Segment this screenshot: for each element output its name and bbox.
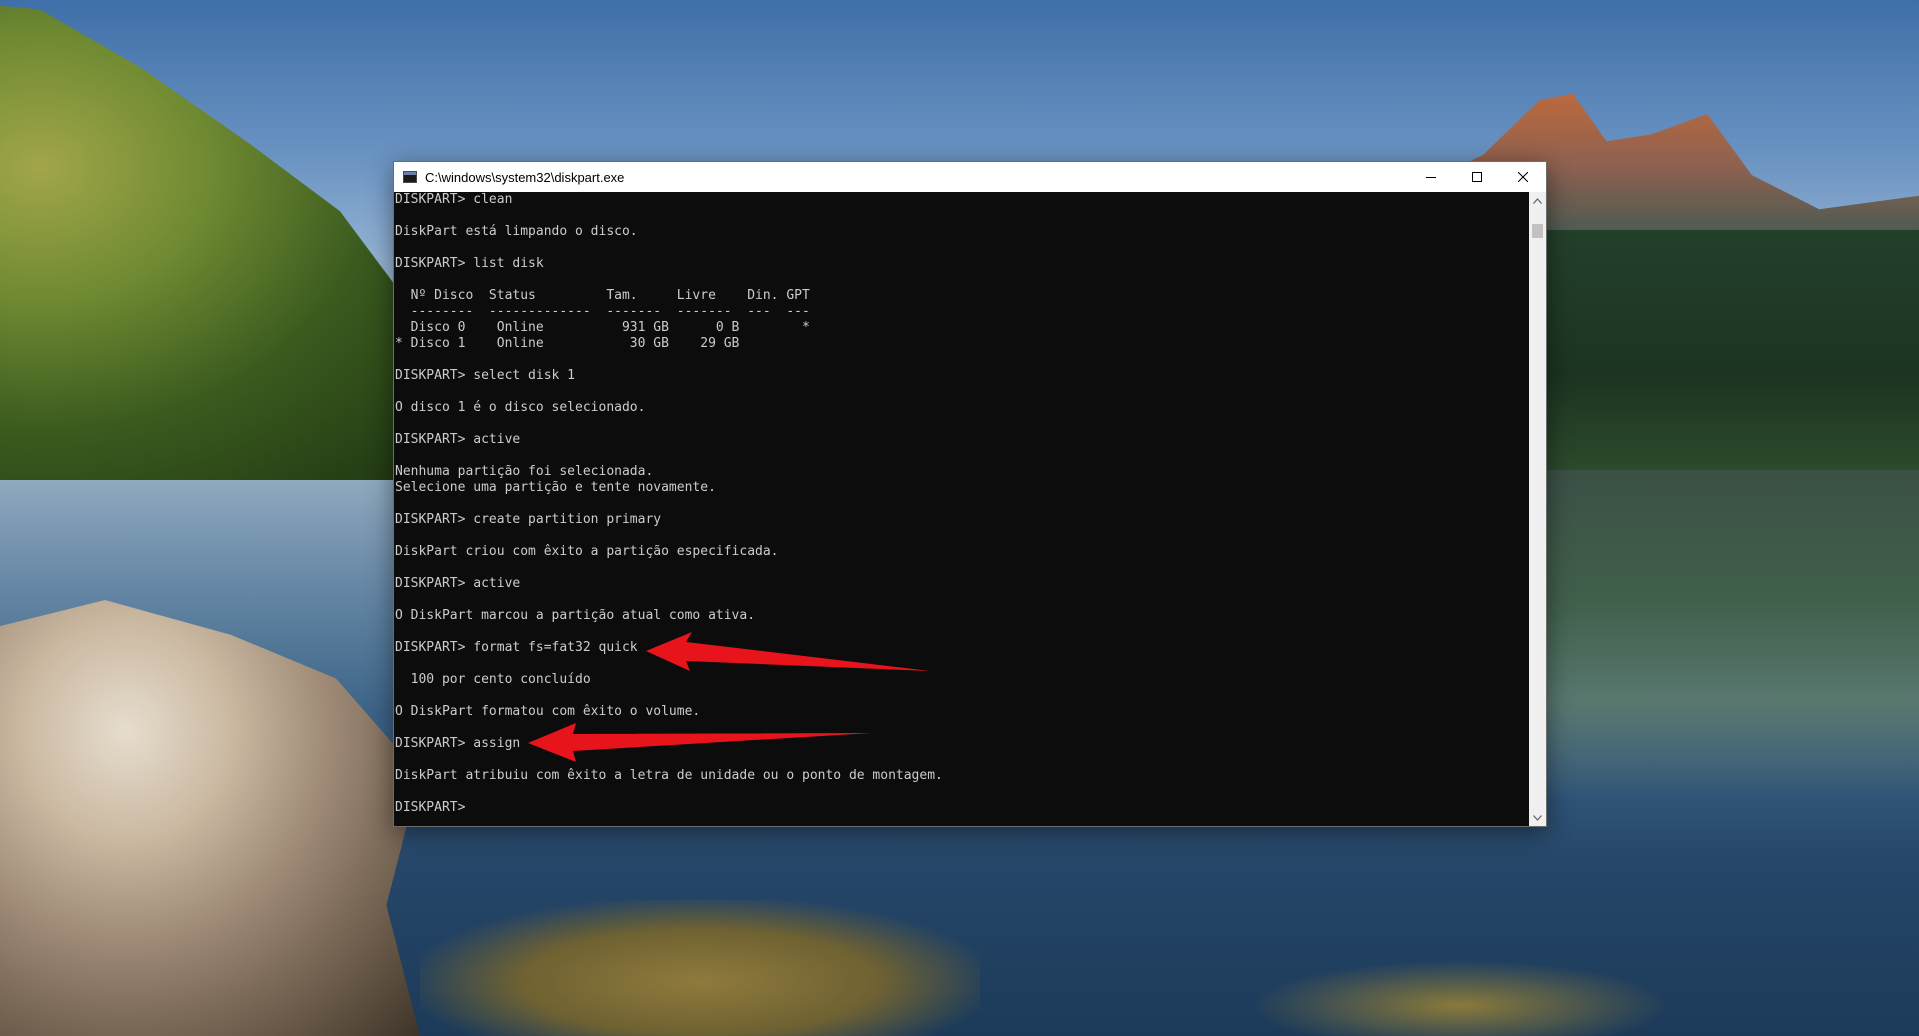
console-line: 100 por cento concluído [395, 672, 591, 687]
console-line: Nenhuma partição foi selecionada. [395, 464, 654, 479]
console-line: DISKPART> select disk 1 [395, 368, 576, 383]
console-line: DiskPart está limpando o disco. [395, 224, 638, 239]
console-line: DISKPART> active [395, 432, 521, 447]
console-window[interactable]: C:\windows\system32\diskpart.exe DISKPAR… [393, 161, 1547, 827]
console-line: -------- ------------- ------- ------- -… [395, 304, 810, 319]
console-line: DISKPART> format fs=fat32 quick [395, 640, 638, 655]
maximize-button[interactable] [1454, 162, 1500, 192]
close-icon [1518, 172, 1528, 182]
console-line: DiskPart criou com êxito a partição espe… [395, 544, 779, 559]
close-button[interactable] [1500, 162, 1546, 192]
minimize-icon [1426, 177, 1436, 178]
console-line: DISKPART> list disk [395, 256, 544, 271]
console-line: DISKPART> [395, 800, 474, 815]
window-titlebar[interactable]: C:\windows\system32\diskpart.exe [394, 162, 1546, 192]
console-output[interactable]: DISKPART> clean DiskPart está limpando o… [394, 192, 1528, 826]
wallpaper-grass [420, 900, 980, 1036]
console-line: DISKPART> active [395, 576, 521, 591]
console-line: O DiskPart marcou a partição atual como … [395, 608, 756, 623]
wallpaper-reflection [1545, 470, 1919, 800]
console-line: Selecione uma partição e tente novamente… [395, 480, 716, 495]
wallpaper-grass [1250, 960, 1670, 1036]
scroll-down-button[interactable] [1529, 809, 1546, 826]
wallpaper-forest [1545, 230, 1919, 470]
console-app-icon[interactable] [403, 171, 417, 183]
chevron-down-icon [1533, 814, 1542, 821]
console-line: * Disco 1 Online 30 GB 29 GB [395, 336, 740, 351]
console-line: Nº Disco Status Tam. Livre Din. GPT [395, 288, 810, 303]
scroll-up-button[interactable] [1529, 192, 1546, 209]
console-line: O DiskPart formatou com êxito o volume. [395, 704, 701, 719]
scroll-thumb[interactable] [1532, 224, 1543, 238]
window-title: C:\windows\system32\diskpart.exe [425, 169, 625, 185]
console-line: DISKPART> create partition primary [395, 512, 662, 527]
window-controls [1408, 162, 1546, 192]
minimize-button[interactable] [1408, 162, 1454, 192]
console-line: DiskPart atribuiu com êxito a letra de u… [395, 768, 943, 783]
console-text: DISKPART> clean DiskPart está limpando o… [394, 192, 1528, 816]
console-line: O disco 1 é o disco selecionado. [395, 400, 646, 415]
chevron-up-icon [1533, 197, 1542, 204]
console-line: DISKPART> assign [395, 736, 521, 751]
console-line: DISKPART> clean [395, 192, 513, 207]
vertical-scrollbar[interactable] [1529, 192, 1546, 826]
console-line: Disco 0 Online 931 GB 0 B * [395, 320, 810, 335]
maximize-icon [1472, 172, 1482, 182]
